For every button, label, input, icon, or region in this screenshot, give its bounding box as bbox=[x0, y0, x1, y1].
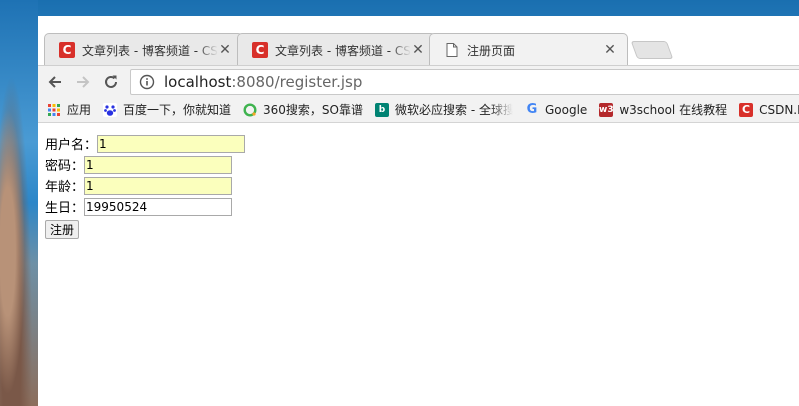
desktop-background bbox=[0, 0, 38, 406]
bing-icon: b bbox=[375, 102, 389, 117]
tab-title: 注册页面 bbox=[467, 43, 516, 58]
csdn-icon: C bbox=[739, 102, 754, 117]
browser-window: C 文章列表 - 博客频道 - CSDN ✕ C 文章列表 - 博客频道 - C… bbox=[38, 16, 799, 406]
google-g-icon: G bbox=[526, 102, 538, 117]
bookmarks-bar: 应用 百度一下，你就知道 360搜索，SO靠谱 b 微软必应搜索 - 全球搜索 … bbox=[38, 97, 799, 123]
tab-close-icon[interactable]: ✕ bbox=[603, 42, 617, 58]
bookmark-google[interactable]: G Google bbox=[525, 102, 588, 117]
tab-csdn-1[interactable]: C 文章列表 - 博客频道 - CSDN ✕ bbox=[44, 33, 243, 65]
page-content: 用户名： 密码： 年龄： 生日： 注册 bbox=[38, 123, 799, 406]
bookmark-label: 百度一下，你就知道 bbox=[123, 103, 232, 117]
bookmark-csdn[interactable]: C CSDN.N bbox=[739, 102, 799, 117]
birthday-label: 生日： bbox=[45, 201, 85, 216]
password-input[interactable] bbox=[84, 155, 233, 174]
register-submit-button[interactable]: 注册 bbox=[45, 220, 80, 239]
birthday-row: 生日： bbox=[45, 196, 799, 217]
bookmark-label: 微软必应搜索 - 全球搜索 bbox=[395, 103, 513, 117]
tab-title: 文章列表 - 博客频道 - CSDN bbox=[275, 43, 411, 58]
address-bar[interactable]: localhost:8080/register.jsp bbox=[130, 69, 799, 95]
apps-grid-icon bbox=[47, 103, 61, 117]
tab-register-active[interactable]: 注册页面 ✕ bbox=[429, 33, 628, 65]
password-row: 密码： bbox=[45, 154, 799, 175]
bookmark-bing[interactable]: b 微软必应搜索 - 全球搜索 bbox=[375, 101, 513, 118]
username-input[interactable] bbox=[97, 134, 246, 153]
age-label: 年龄： bbox=[45, 180, 85, 195]
register-form: 用户名： 密码： 年龄： 生日： 注册 bbox=[45, 133, 799, 239]
reload-icon[interactable] bbox=[100, 71, 122, 93]
bookmark-label: 应用 bbox=[67, 103, 92, 117]
age-input[interactable] bbox=[84, 176, 233, 195]
back-arrow-icon[interactable] bbox=[44, 71, 66, 93]
csdn-favicon-icon: C bbox=[59, 42, 75, 58]
bookmark-w3school[interactable]: w3 w3school 在线教程 bbox=[599, 101, 727, 118]
doc-icon bbox=[444, 42, 460, 58]
bookmark-label: w3school 在线教程 bbox=[619, 103, 728, 117]
w3-icon: w3 bbox=[599, 102, 614, 117]
bookmark-label: Google bbox=[545, 102, 588, 117]
bookmark-baidu[interactable]: 百度一下，你就知道 bbox=[103, 101, 231, 118]
url-text: localhost:8080/register.jsp bbox=[164, 73, 363, 91]
forward-arrow-icon[interactable] bbox=[72, 71, 94, 93]
tab-title: 文章列表 - 博客频道 - CSDN bbox=[82, 43, 218, 58]
360-icon bbox=[243, 102, 257, 117]
tab-close-icon[interactable]: ✕ bbox=[218, 42, 232, 58]
new-tab-button[interactable] bbox=[630, 41, 674, 59]
birthday-input[interactable] bbox=[84, 197, 233, 216]
tab-strip: C 文章列表 - 博客频道 - CSDN ✕ C 文章列表 - 博客频道 - C… bbox=[38, 16, 799, 66]
age-row: 年龄： bbox=[45, 175, 799, 196]
baidu-paw-icon bbox=[103, 102, 118, 117]
browser-toolbar: localhost:8080/register.jsp bbox=[38, 65, 799, 97]
bookmark-apps[interactable]: 应用 bbox=[47, 101, 91, 118]
tab-close-icon[interactable]: ✕ bbox=[411, 42, 425, 58]
info-icon[interactable] bbox=[139, 74, 155, 90]
username-label: 用户名： bbox=[45, 138, 98, 153]
csdn-favicon-icon: C bbox=[252, 42, 268, 58]
username-row: 用户名： bbox=[45, 133, 799, 154]
password-label: 密码： bbox=[45, 159, 85, 174]
bookmark-360[interactable]: 360搜索，SO靠谱 bbox=[243, 101, 363, 118]
tab-csdn-2[interactable]: C 文章列表 - 博客频道 - CSDN ✕ bbox=[237, 33, 436, 65]
bookmark-label: 360搜索，SO靠谱 bbox=[263, 103, 363, 117]
bookmark-label: CSDN.N bbox=[759, 102, 799, 117]
